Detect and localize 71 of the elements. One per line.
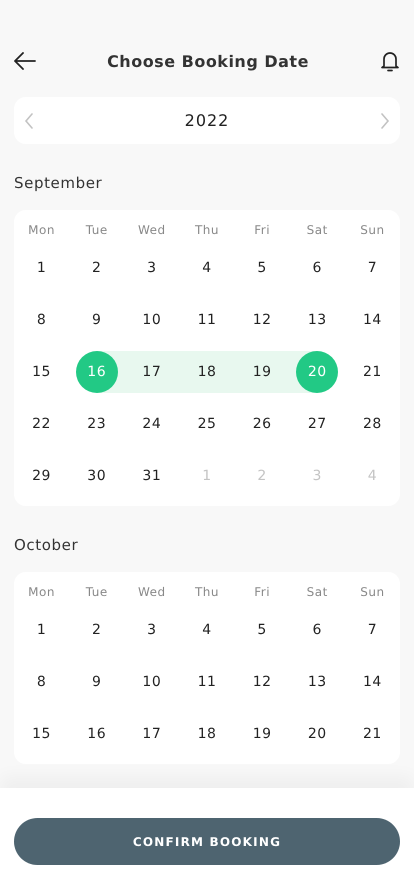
calendar-day[interactable]: 1 xyxy=(20,609,63,651)
weekday-label: Wed xyxy=(137,584,167,601)
weekday-label: Sat xyxy=(306,222,329,239)
calendar-day[interactable]: 14 xyxy=(351,299,394,341)
calendar-day[interactable]: 7 xyxy=(351,247,394,289)
year-label: 2022 xyxy=(184,111,230,130)
weekday-label: Sun xyxy=(359,222,386,239)
calendar-day[interactable]: 2 xyxy=(76,247,118,289)
calendar-day[interactable]: 23 xyxy=(76,403,118,445)
calendar-day[interactable]: 6 xyxy=(296,609,338,651)
calendar-day[interactable]: 15 xyxy=(20,351,63,393)
calendar-day[interactable]: 13 xyxy=(296,661,338,703)
calendar-day[interactable]: 30 xyxy=(76,455,118,497)
calendar-day[interactable]: 6 xyxy=(296,247,338,289)
calendar-day[interactable]: 19 xyxy=(241,351,284,393)
calendar-day[interactable]: 25 xyxy=(186,403,228,445)
calendar-day[interactable]: 12 xyxy=(241,661,284,703)
calendar-day[interactable]: 18 xyxy=(186,713,228,755)
calendar-day[interactable]: 9 xyxy=(76,661,118,703)
weekday-label: Mon xyxy=(27,222,56,239)
weekday-label: Fri xyxy=(253,584,272,601)
month-title: October xyxy=(14,536,80,554)
calendar-day[interactable]: 4 xyxy=(186,609,228,651)
calendar-day[interactable]: 10 xyxy=(130,299,173,341)
calendar-day[interactable]: 14 xyxy=(351,661,394,703)
weekday-label: Sun xyxy=(359,584,386,601)
calendar-day[interactable]: 17 xyxy=(130,713,173,755)
calendar-day[interactable]: 8 xyxy=(20,299,63,341)
month-title: September xyxy=(14,174,104,192)
calendar-day[interactable]: 15 xyxy=(20,713,63,755)
bell-icon[interactable] xyxy=(380,50,400,72)
calendar-day[interactable]: 18 xyxy=(186,351,228,393)
calendar-day[interactable]: 21 xyxy=(351,713,394,755)
calendar-day[interactable]: 11 xyxy=(186,299,228,341)
weekday-label: Thu xyxy=(194,222,220,239)
calendar-day[interactable]: 29 xyxy=(20,455,63,497)
calendar-day[interactable]: 2 xyxy=(76,609,118,651)
calendar-day[interactable]: 20 xyxy=(296,713,338,755)
calendar-day[interactable]: 27 xyxy=(296,403,338,445)
weekday-label: Wed xyxy=(137,222,167,239)
weekday-label: Tue xyxy=(84,222,109,239)
calendar-day[interactable]: 17 xyxy=(130,351,173,393)
calendar-day[interactable]: 24 xyxy=(130,403,173,445)
calendar-day[interactable]: 9 xyxy=(76,299,118,341)
calendar-day[interactable]: 10 xyxy=(130,661,173,703)
calendar-day[interactable]: 31 xyxy=(130,455,173,497)
calendar-day[interactable]: 21 xyxy=(351,351,394,393)
calendar-day[interactable]: 28 xyxy=(351,403,394,445)
calendar-day[interactable]: 16 xyxy=(76,713,118,755)
weekday-label: Tue xyxy=(84,584,109,601)
confirm-booking-button[interactable]: CONFIRM BOOKING xyxy=(14,818,400,865)
calendar-day[interactable]: 3 xyxy=(130,247,173,289)
calendar-day[interactable]: 5 xyxy=(241,609,284,651)
calendar-day[interactable]: 4 xyxy=(186,247,228,289)
calendar-day[interactable]: 8 xyxy=(20,661,63,703)
weekday-label: Sat xyxy=(306,584,329,601)
weekday-label: Mon xyxy=(27,584,56,601)
calendar-day[interactable]: 13 xyxy=(296,299,338,341)
calendar-day[interactable]: 5 xyxy=(241,247,284,289)
calendar-day[interactable]: 11 xyxy=(186,661,228,703)
calendar-day[interactable]: 3 xyxy=(130,609,173,651)
back-arrow-icon[interactable] xyxy=(14,52,36,70)
calendar-day[interactable]: 1 xyxy=(20,247,63,289)
weekday-label: Fri xyxy=(253,222,272,239)
calendar-day[interactable]: 19 xyxy=(241,713,284,755)
calendar-day[interactable]: 26 xyxy=(241,403,284,445)
calendar-day[interactable]: 7 xyxy=(351,609,394,651)
page-title: Choose Booking Date xyxy=(107,52,309,70)
calendar-day[interactable]: 12 xyxy=(241,299,284,341)
calendar-day[interactable]: 22 xyxy=(20,403,63,445)
weekday-label: Thu xyxy=(194,584,220,601)
